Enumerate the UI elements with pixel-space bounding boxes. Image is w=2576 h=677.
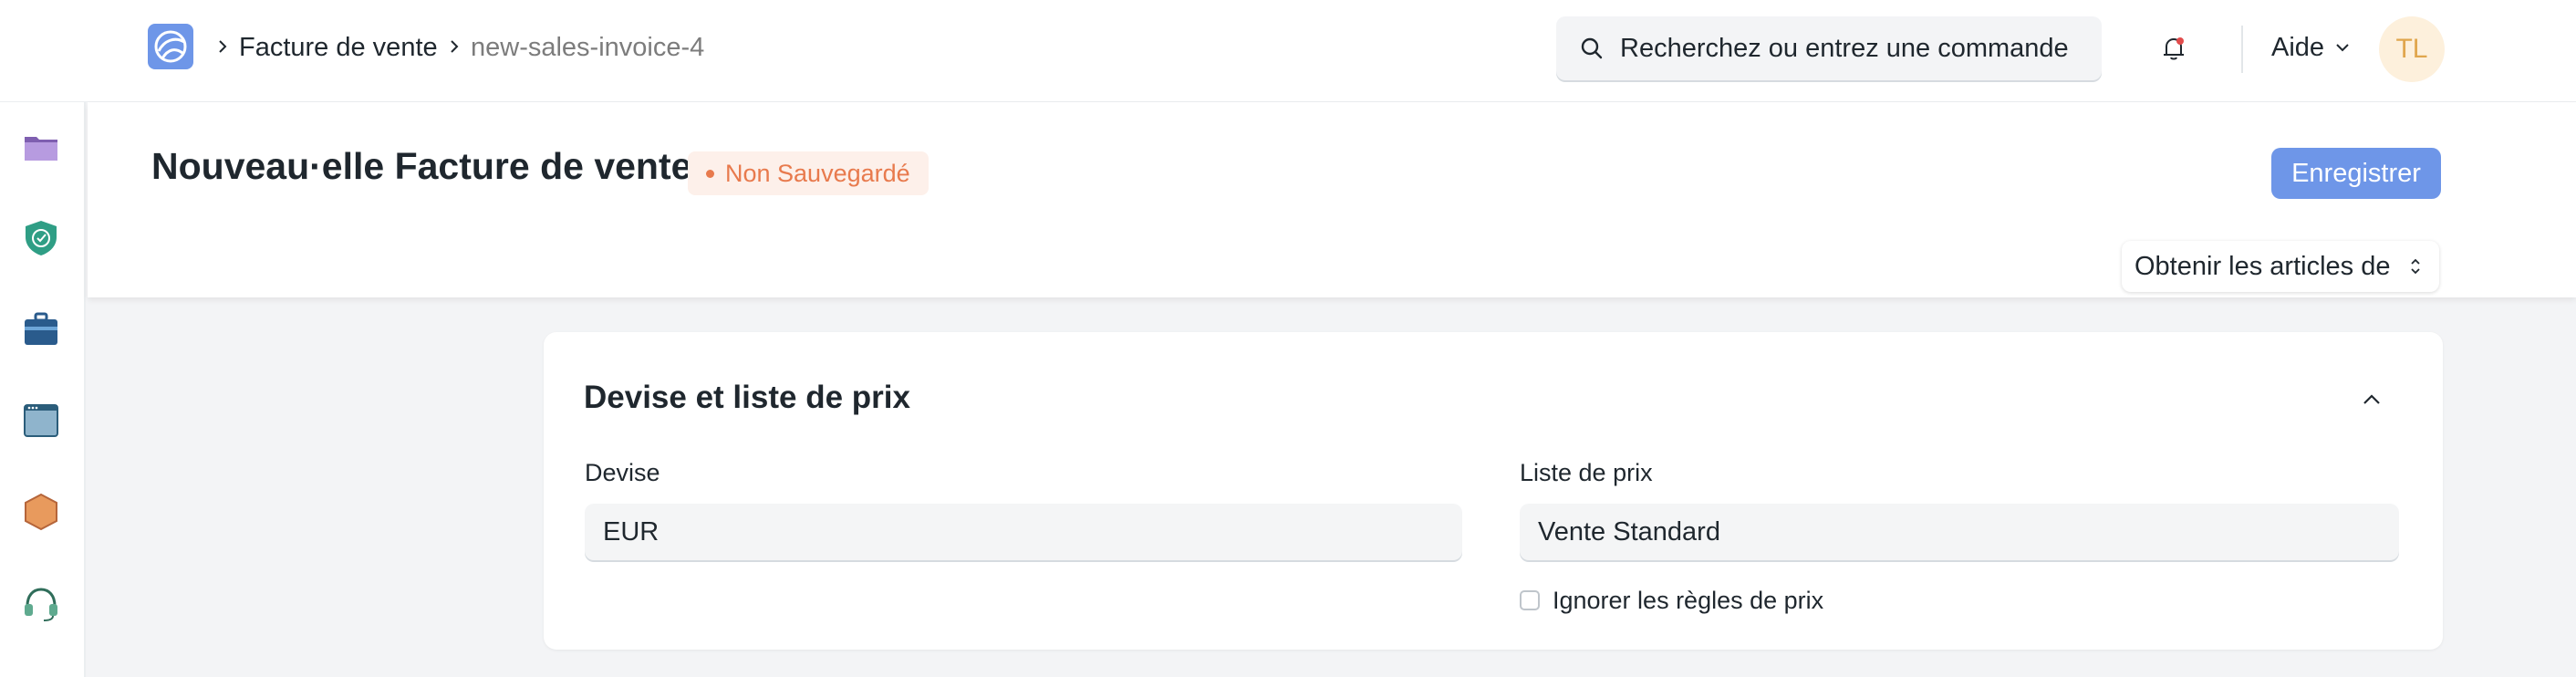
select-arrows-icon xyxy=(2411,258,2420,275)
chevron-up-icon[interactable] xyxy=(2359,387,2384,412)
help-dropdown[interactable]: Aide xyxy=(2271,29,2352,66)
headset-icon[interactable] xyxy=(20,582,62,624)
page-title: Nouveau·elle Facture de vente xyxy=(151,145,692,187)
awesomebar[interactable] xyxy=(1556,16,2102,80)
price-list-label: Liste de prix xyxy=(1520,459,1653,486)
ignore-pricing-rule-label[interactable]: Ignorer les règles de prix xyxy=(1553,584,1823,617)
currency-label: Devise xyxy=(585,459,660,486)
chevron-right-icon xyxy=(215,31,234,62)
ignore-pricing-rule-row: Ignorer les règles de prix xyxy=(1520,584,1823,617)
currency-price-list-section: Devise et liste de prix Devise Liste de … xyxy=(544,332,2443,650)
breadcrumb-doctype[interactable]: Facture de vente xyxy=(239,29,438,66)
briefcase-icon[interactable] xyxy=(20,308,62,350)
get-items-from-select[interactable]: Obtenir les articles de xyxy=(2122,241,2439,292)
window-icon[interactable] xyxy=(20,400,62,442)
notification-bell-icon[interactable] xyxy=(2158,33,2189,64)
page-head: Nouveau·elle Facture de vente Non Sauveg… xyxy=(88,102,2576,297)
currency-field[interactable] xyxy=(585,504,1462,560)
chevron-right-icon xyxy=(447,31,465,62)
price-list-field[interactable] xyxy=(1520,504,2399,560)
chevron-down-icon xyxy=(2336,44,2349,52)
section-title[interactable]: Devise et liste de prix xyxy=(584,378,910,418)
folder-icon[interactable] xyxy=(20,126,62,168)
search-icon xyxy=(1581,37,1603,59)
user-avatar[interactable]: TL xyxy=(2379,16,2445,82)
app-logo-icon[interactable] xyxy=(148,24,193,69)
module-sidebar xyxy=(0,102,86,677)
navbar-divider xyxy=(2241,26,2243,73)
get-items-label: Obtenir les articles de xyxy=(2135,251,2391,281)
status-dot-icon xyxy=(706,169,714,178)
help-label: Aide xyxy=(2271,33,2325,62)
status-badge: Non Sauvegardé xyxy=(688,151,929,195)
breadcrumb-document: new-sales-invoice-4 xyxy=(471,33,705,62)
status-text: Non Sauvegardé xyxy=(725,159,910,187)
search-input[interactable] xyxy=(1620,33,2094,64)
ignore-pricing-rule-checkbox[interactable] xyxy=(1520,590,1540,610)
save-button[interactable]: Enregistrer xyxy=(2271,148,2441,199)
hexagon-icon[interactable] xyxy=(20,491,62,533)
shield-check-icon[interactable] xyxy=(20,217,62,259)
top-navbar: Facture de vente new-sales-invoice-4 Aid… xyxy=(0,0,2576,102)
